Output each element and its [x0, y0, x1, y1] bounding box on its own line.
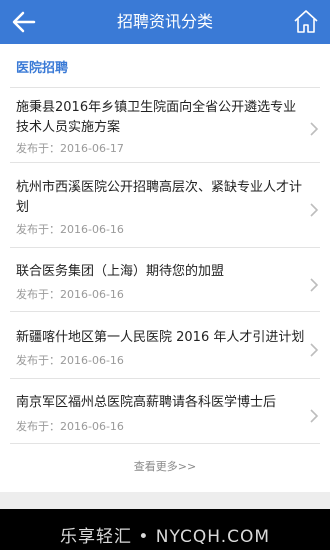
page-title: 招聘资讯分类 — [116, 12, 213, 31]
chevron-right-icon — [310, 343, 319, 357]
list-item[interactable]: 南京军区福州总医院高薪聘请各科医学博士后 发布于：2016-06-16 — [0, 379, 330, 444]
chevron-right-icon — [310, 203, 319, 217]
item-date: 发布于：2016-06-17 — [16, 140, 124, 156]
item-date: 发布于：2016-06-16 — [16, 418, 124, 434]
chevron-right-icon — [310, 122, 319, 136]
date-prefix: 发布于： — [16, 223, 60, 236]
item-date: 发布于：2016-06-16 — [16, 352, 124, 368]
divider — [10, 443, 320, 444]
item-title: 杭州市西溪医院公开招聘高层次、紧缺专业人才计划 — [16, 180, 303, 215]
list-item[interactable]: 联合医务集团（上海）期待您的加盟 发布于：2016-06-16 — [0, 248, 330, 312]
watermark-bar: 乐享轻汇 • NYCQH.COM — [0, 509, 330, 550]
chevron-right-icon — [310, 278, 319, 292]
list-item[interactable]: 杭州市西溪医院公开招聘高层次、紧缺专业人才计划 发布于：2016-06-16 — [0, 164, 330, 248]
date-prefix: 发布于： — [16, 288, 60, 301]
divider — [10, 162, 320, 163]
app-header: 招聘资讯分类 — [0, 0, 330, 44]
item-date: 发布于：2016-06-16 — [16, 221, 124, 237]
section-title: 医院招聘 — [16, 61, 69, 76]
content-card: 医院招聘 施秉县2016年乡镇卫生院面向全省公开遴选专业技术人员实施方案 发布于… — [0, 44, 330, 492]
arrow-left-icon — [12, 11, 36, 33]
back-button[interactable] — [8, 6, 40, 38]
item-date: 发布于：2016-06-16 — [16, 286, 124, 302]
date-prefix: 发布于： — [16, 354, 60, 367]
date-value: 2016-06-16 — [60, 420, 124, 433]
item-title: 新疆喀什地区第一人民医院 2016 年人才引进计划 — [16, 330, 305, 345]
date-value: 2016-06-16 — [60, 223, 124, 236]
list-item[interactable]: 新疆喀什地区第一人民医院 2016 年人才引进计划 发布于：2016-06-16 — [0, 312, 330, 379]
item-title: 施秉县2016年乡镇卫生院面向全省公开遴选专业技术人员实施方案 — [16, 100, 297, 135]
load-more-link[interactable]: 查看更多>> — [0, 458, 330, 474]
date-prefix: 发布于： — [16, 420, 60, 433]
home-icon — [294, 10, 318, 33]
chevron-right-icon — [310, 409, 319, 423]
item-title: 南京军区福州总医院高薪聘请各科医学博士后 — [16, 395, 277, 410]
item-title: 联合医务集团（上海）期待您的加盟 — [16, 264, 225, 279]
watermark-text: 乐享轻汇 • NYCQH.COM — [59, 527, 271, 547]
list-item[interactable]: 施秉县2016年乡镇卫生院面向全省公开遴选专业技术人员实施方案 发布于：2016… — [0, 88, 330, 163]
date-value: 2016-06-16 — [60, 288, 124, 301]
date-value: 2016-06-17 — [60, 142, 124, 155]
home-button[interactable] — [290, 6, 322, 38]
date-prefix: 发布于： — [16, 142, 60, 155]
date-value: 2016-06-16 — [60, 354, 124, 367]
